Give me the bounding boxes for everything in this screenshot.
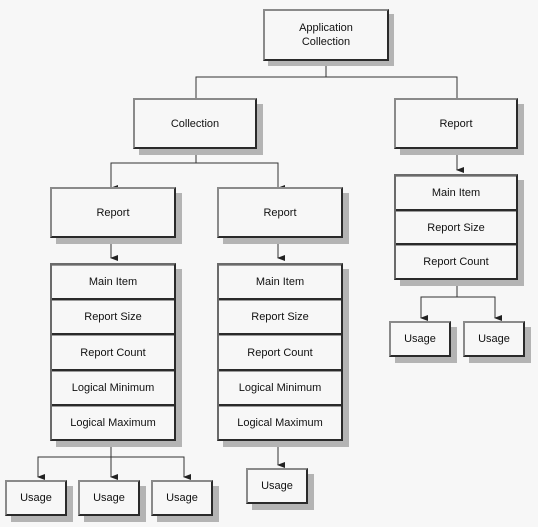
stack-left: Main Item Report Size Report Count Logic… bbox=[50, 263, 176, 441]
usage-left-3: Usage bbox=[151, 480, 213, 516]
stack-right-main-item: Main Item bbox=[396, 176, 516, 211]
stack-right: Main Item Report Size Report Count bbox=[394, 174, 518, 280]
usage-left-1: Usage bbox=[5, 480, 67, 516]
stack-right-report-count: Report Count bbox=[396, 245, 516, 278]
stack-mid-report-count: Report Count bbox=[219, 335, 341, 371]
stack-mid: Main Item Report Size Report Count Logic… bbox=[217, 263, 343, 441]
node-collection: Collection bbox=[133, 98, 257, 149]
edge-root-collection bbox=[195, 66, 327, 105]
stack-left-report-size: Report Size bbox=[52, 300, 174, 336]
stack-left-report-count: Report Count bbox=[52, 335, 174, 371]
node-application-collection: Application Collection bbox=[263, 9, 389, 61]
usage-right-1: Usage bbox=[389, 321, 451, 357]
edge-stack-left-usage-1 bbox=[37, 443, 112, 480]
usage-mid-1: Usage bbox=[246, 468, 308, 504]
stack-left-main-item: Main Item bbox=[52, 265, 174, 301]
stack-right-report-size: Report Size bbox=[396, 210, 516, 246]
edge-stack-right-usage-1 bbox=[420, 283, 458, 321]
stack-left-logical-minimum: Logical Minimum bbox=[52, 370, 174, 406]
node-report-right: Report bbox=[394, 98, 518, 149]
usage-left-2: Usage bbox=[78, 480, 140, 516]
stack-mid-main-item: Main Item bbox=[219, 265, 341, 301]
edge-collection-report-mid bbox=[196, 162, 285, 191]
stack-mid-report-size: Report Size bbox=[219, 300, 341, 336]
node-report-left: Report bbox=[50, 187, 176, 238]
edge-stack-left-usage-3 bbox=[111, 456, 191, 480]
stack-mid-logical-minimum: Logical Minimum bbox=[219, 370, 341, 406]
stack-left-logical-maximum: Logical Maximum bbox=[52, 405, 174, 439]
node-report-mid: Report bbox=[217, 187, 343, 238]
edge-stack-right-usage-2 bbox=[457, 296, 502, 321]
stack-mid-logical-maximum: Logical Maximum bbox=[219, 405, 341, 439]
usage-right-2: Usage bbox=[463, 321, 525, 357]
